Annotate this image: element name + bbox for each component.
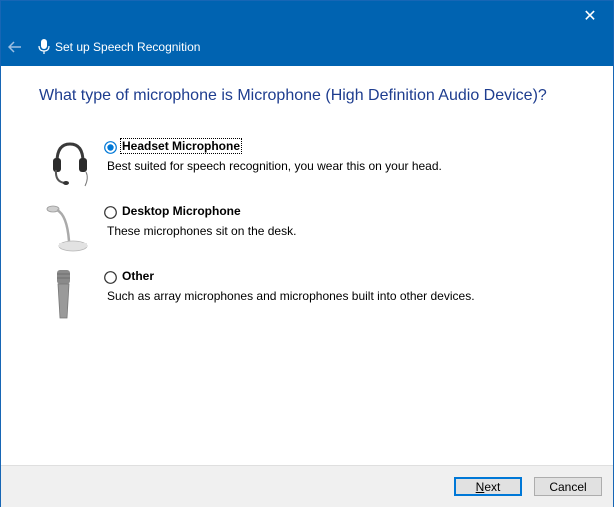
- option-label: Other: [122, 269, 155, 283]
- nav-row: Set up Speech Recognition: [1, 32, 613, 62]
- next-button[interactable]: Next: [454, 477, 522, 496]
- handheld-microphone-icon: [41, 268, 91, 328]
- microphone-icon: [35, 38, 53, 56]
- option-label: Headset Microphone: [119, 138, 243, 154]
- page-heading: What type of microphone is Microphone (H…: [39, 87, 547, 104]
- option-description: Best suited for speech recognition, you …: [107, 159, 442, 173]
- option-description: These microphones sit on the desk.: [107, 224, 297, 238]
- radio-desktop[interactable]: [104, 206, 117, 219]
- headset-icon: [41, 138, 91, 198]
- option-description: Such as array microphones and microphone…: [107, 289, 475, 303]
- back-button[interactable]: [1, 33, 29, 61]
- button-bar: Next Cancel: [1, 465, 613, 507]
- radio-headset[interactable]: [104, 141, 117, 154]
- close-button[interactable]: ✕: [567, 1, 613, 31]
- next-label: ext: [484, 479, 501, 494]
- cancel-button[interactable]: Cancel: [534, 477, 602, 496]
- radio-other[interactable]: [104, 271, 117, 284]
- option-label: Desktop Microphone: [122, 204, 241, 218]
- title-bar: ✕ Set up Speech Recognition: [1, 1, 613, 66]
- window-title: Set up Speech Recognition: [55, 40, 201, 54]
- option-desktop[interactable]: Desktop Microphone These microphones sit…: [1, 203, 601, 263]
- close-icon: ✕: [583, 8, 597, 25]
- desktop-microphone-icon: [41, 203, 91, 263]
- next-accelerator: N: [475, 479, 485, 494]
- back-arrow-icon: [8, 41, 21, 53]
- option-other[interactable]: Other Such as array microphones and micr…: [1, 268, 601, 328]
- speech-setup-window: ✕ Set up Speech Recognition What type of…: [0, 0, 614, 507]
- option-headset[interactable]: Headset Microphone Best suited for speec…: [1, 138, 601, 198]
